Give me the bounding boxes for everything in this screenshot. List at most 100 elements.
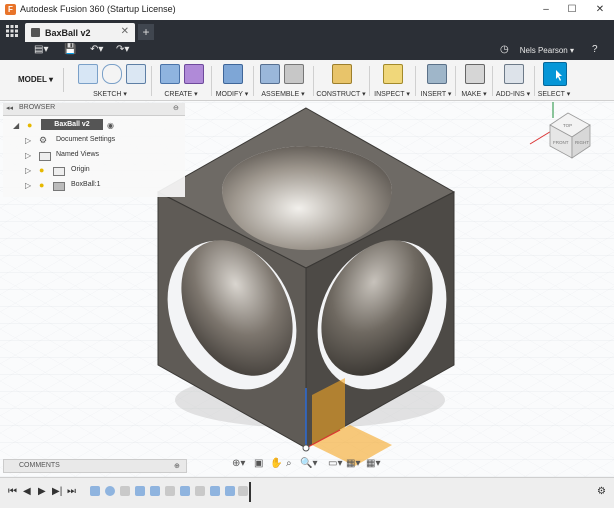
insert-image-icon[interactable]	[427, 64, 447, 84]
timeline-feature[interactable]	[105, 486, 115, 496]
timeline-settings-icon[interactable]: ⚙	[597, 486, 606, 497]
display-settings-icon[interactable]: ▭▾	[328, 458, 342, 469]
collapse-icon[interactable]: ◂◂	[6, 104, 13, 112]
timeline-feature[interactable]	[120, 486, 130, 496]
timeline-marker[interactable]	[249, 482, 251, 502]
timeline-feature[interactable]	[165, 486, 175, 496]
rectangle-icon[interactable]	[126, 64, 146, 84]
step-forward-icon[interactable]: ▶|	[52, 486, 62, 497]
comments-panel[interactable]: COMMENTS ⊕	[3, 459, 187, 473]
add-comment-icon[interactable]: ⊕	[174, 462, 180, 470]
browser-options-icon[interactable]: ⊖	[173, 104, 179, 112]
timeline-feature[interactable]	[150, 486, 160, 496]
close-tab-icon[interactable]: ✕	[121, 26, 129, 37]
sketch-group[interactable]: SKETCH ▾	[72, 62, 148, 100]
form-icon[interactable]	[184, 64, 204, 84]
help-icon[interactable]: ?	[592, 44, 598, 55]
select-group[interactable]: SELECT ▾	[536, 62, 572, 100]
quick-access-bar: ▤▾ 💾 ↶▾ ↷▾ ◷ Nels Pearson ▾ ?	[0, 42, 614, 60]
expand-icon[interactable]: ▷	[25, 136, 31, 145]
new-tab-button[interactable]: +	[138, 24, 154, 40]
make-group[interactable]: MAKE ▾	[457, 62, 491, 100]
minimize-button[interactable]: –	[536, 2, 556, 18]
user-menu[interactable]: Nels Pearson ▾	[520, 46, 574, 55]
press-pull-icon[interactable]	[223, 64, 243, 84]
folder-icon	[39, 152, 51, 161]
create-label: CREATE ▾	[164, 91, 198, 98]
step-back-icon[interactable]: ◀	[23, 486, 31, 497]
folder-icon	[53, 167, 65, 176]
measure-icon[interactable]	[383, 64, 403, 84]
browser-item-boxball[interactable]: ▷ ● BoxBall:1	[3, 179, 185, 193]
modify-group[interactable]: MODIFY ▾	[214, 62, 250, 100]
browser-item-document-settings[interactable]: ▷ ⚙ Document Settings	[3, 134, 185, 148]
insert-group[interactable]: INSERT ▾	[418, 62, 454, 100]
fit-icon[interactable]: 🔍▾	[300, 458, 317, 469]
make-label: MAKE ▾	[461, 91, 487, 98]
redo-icon[interactable]: ↷▾	[116, 44, 129, 55]
workspace-switcher[interactable]: MODEL ▾	[8, 68, 64, 92]
offset-plane-icon[interactable]	[332, 64, 352, 84]
tab-document[interactable]: BaxBall v2 ✕	[25, 23, 135, 42]
visibility-bulb-icon[interactable]: ●	[27, 120, 32, 130]
timeline-feature[interactable]	[90, 486, 100, 496]
activate-icon[interactable]: ◉	[107, 121, 114, 130]
inspect-group[interactable]: INSPECT ▾	[372, 62, 412, 100]
toolbar-divider	[369, 66, 370, 96]
go-to-start-icon[interactable]: ⏮	[8, 486, 17, 497]
browser-item-origin[interactable]: ▷ ● Origin	[3, 164, 185, 178]
visibility-bulb-icon[interactable]: ●	[39, 165, 44, 175]
timeline-feature[interactable]	[195, 486, 205, 496]
extrude-icon[interactable]	[160, 64, 180, 84]
save-icon[interactable]: 💾	[64, 44, 76, 55]
undo-icon[interactable]: ↶▾	[90, 44, 103, 55]
viewcube-right-label: RIGHT	[575, 140, 589, 145]
go-to-end-icon[interactable]: ⏭	[67, 486, 76, 497]
browser-root-row[interactable]: ◢ ● BaxBall v2 ◉	[3, 119, 185, 133]
browser-root-label: BaxBall v2	[41, 119, 103, 130]
file-icon[interactable]: ▤▾	[34, 44, 48, 55]
gear-icon: ⚙	[39, 135, 48, 145]
expand-icon[interactable]: ▷	[25, 151, 31, 160]
3d-print-icon[interactable]	[465, 64, 485, 84]
visibility-bulb-icon[interactable]: ●	[39, 180, 44, 190]
select-icon[interactable]	[543, 62, 567, 86]
assemble-group[interactable]: ASSEMBLE ▾	[256, 62, 310, 100]
expand-icon[interactable]: ▷	[25, 166, 31, 175]
job-status-icon[interactable]: ◷	[500, 44, 509, 55]
look-at-icon[interactable]: ▣	[254, 458, 263, 469]
new-component-icon[interactable]	[260, 64, 280, 84]
timeline-feature[interactable]	[180, 486, 190, 496]
origin-point[interactable]	[302, 444, 310, 452]
expand-icon[interactable]: ◢	[13, 121, 19, 130]
joint-icon[interactable]	[284, 64, 304, 84]
timeline-feature[interactable]	[238, 486, 248, 496]
browser-item-named-views[interactable]: ▷ Named Views	[3, 149, 185, 163]
close-window-button[interactable]: ✕	[590, 2, 610, 18]
browser-header[interactable]: ◂◂ BROWSER ⊖	[3, 103, 185, 116]
zoom-window-icon[interactable]: ⌕	[286, 458, 292, 469]
cube-icon	[31, 28, 40, 37]
pan-icon[interactable]: ✋	[270, 458, 282, 469]
spline-icon[interactable]	[102, 64, 122, 84]
timeline-feature[interactable]	[225, 486, 235, 496]
select-label: SELECT ▾	[537, 91, 571, 98]
create-group[interactable]: CREATE ▾	[154, 62, 208, 100]
timeline-feature[interactable]	[135, 486, 145, 496]
expand-icon[interactable]: ▷	[25, 181, 31, 190]
scripts-icon[interactable]	[504, 64, 524, 84]
browser-item-label: Document Settings	[56, 136, 116, 143]
viewcube-front-label: FRONT	[553, 140, 569, 145]
construct-group[interactable]: CONSTRUCT ▾	[316, 62, 366, 100]
title-bar: F Autodesk Fusion 360 (Startup License) …	[0, 0, 614, 21]
addins-group[interactable]: ADD-INS ▾	[493, 62, 533, 100]
viewcube-top-label: TOP	[563, 123, 572, 128]
viewports-icon[interactable]: ▦▾	[366, 458, 380, 469]
orbit-icon[interactable]: ⊕▾	[232, 458, 245, 469]
grid-settings-icon[interactable]: ▦▾	[346, 458, 360, 469]
apps-grid-icon[interactable]	[6, 25, 18, 37]
sketch-icon[interactable]	[78, 64, 98, 84]
play-icon[interactable]: ▶	[38, 486, 46, 497]
maximize-button[interactable]: ☐	[562, 2, 582, 18]
timeline-feature[interactable]	[210, 486, 220, 496]
